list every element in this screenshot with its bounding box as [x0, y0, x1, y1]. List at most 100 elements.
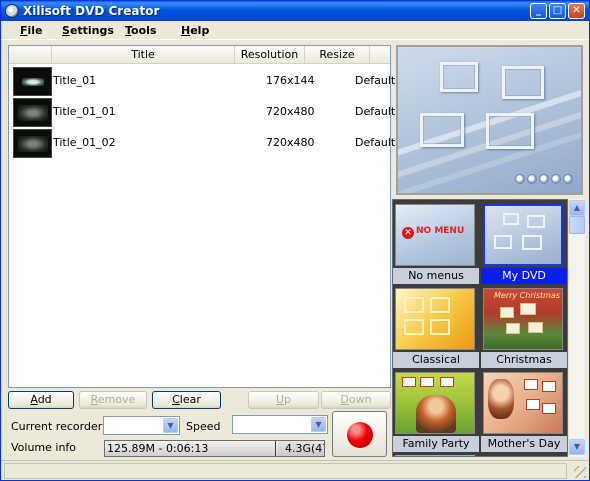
speed-label: Speed [186, 420, 221, 433]
speed-select[interactable]: ▼ [232, 415, 328, 434]
resize-grip-icon[interactable] [574, 466, 586, 478]
template-no-menus[interactable]: ✕ NO MENU No menus [393, 202, 479, 286]
clear-button[interactable]: Clear [152, 391, 221, 409]
menu-file-mnemonic: F [20, 24, 28, 37]
row-title: Title_01_02 [53, 136, 116, 149]
template-mothers-day[interactable]: Mother's Day [481, 370, 567, 454]
template-christmas[interactable]: Merry Christmas Christmas [481, 286, 567, 370]
current-recorder-label: Current recorder [11, 420, 103, 433]
menu-settings-mnemonic: S [62, 24, 70, 37]
template-label: Classical [393, 352, 479, 368]
table-row[interactable]: Title_01_01 720x480 Default [9, 97, 395, 128]
up-mnemonic: U [275, 393, 285, 406]
volume-capacity-marker [275, 441, 276, 456]
video-thumbnail [13, 98, 52, 127]
row-resize: Default [355, 136, 396, 149]
video-thumbnail [13, 129, 52, 158]
menu-file[interactable]: File [20, 24, 43, 37]
resolution-column-header[interactable]: Resolution [235, 46, 305, 64]
title-bar: Xilisoft DVD Creator _ □ ✕ [1, 1, 589, 21]
current-recorder-select[interactable]: ▼ [103, 416, 180, 435]
scroll-up-icon[interactable]: ▲ [569, 200, 585, 216]
preview-frame [420, 113, 464, 147]
template-family-party[interactable]: Family Party [393, 370, 479, 454]
resize-column-header[interactable]: Resize [305, 46, 370, 64]
template-thumbnail [483, 372, 563, 434]
gallery-scrollbar[interactable]: ▲ ▼ [568, 199, 585, 457]
template-label: My DVD [481, 268, 567, 284]
close-button[interactable]: ✕ [568, 3, 585, 19]
chevron-down-icon[interactable]: ▼ [311, 417, 326, 432]
menu-tools[interactable]: Tools [125, 24, 156, 37]
no-menu-overlay: NO MENU [416, 226, 465, 236]
preview-frame [502, 66, 544, 99]
no-menu-icon: ✕ [402, 227, 414, 239]
menu-bar: File Settings Tools Help [1, 21, 589, 40]
menu-settings[interactable]: Settings [62, 24, 114, 37]
preview-frame [440, 62, 478, 92]
template-thumbnail [483, 204, 563, 266]
down-button[interactable]: Down [321, 391, 391, 409]
template-label: Mother's Day [481, 436, 567, 452]
template-thumbnail: ✕ NO MENU [395, 204, 475, 266]
menu-help[interactable]: Help [181, 24, 209, 37]
status-bar [1, 460, 589, 480]
scroll-down-icon[interactable]: ▼ [569, 439, 585, 455]
title-column-header[interactable]: Title [52, 46, 235, 64]
template-thumbnail: Merry Christmas [483, 288, 563, 350]
add-button[interactable]: Add [8, 391, 74, 409]
preview-nav-buttons [515, 174, 575, 187]
template-label: Family Party [393, 436, 479, 452]
preview-frame [486, 113, 534, 149]
volume-info-label: Volume info [11, 441, 77, 454]
down-label: own [348, 393, 372, 406]
table-row[interactable]: Title_01_02 720x480 Default [9, 128, 395, 159]
maximize-button[interactable]: □ [549, 3, 566, 19]
thumbnail-column-header[interactable] [9, 46, 52, 64]
add-label: dd [37, 393, 52, 406]
menu-file-label: ile [27, 24, 43, 37]
row-resize: Default [355, 74, 396, 87]
table-row[interactable]: Title_01 176x144 Default [9, 66, 395, 97]
window-title: Xilisoft DVD Creator [23, 4, 160, 18]
chevron-down-icon[interactable]: ▼ [163, 418, 178, 433]
volume-used-text: 125.89M - 0:06:13 [107, 442, 209, 455]
title-list[interactable]: Title Resolution Resize Title_01 176x144… [8, 45, 395, 388]
minimize-button[interactable]: _ [530, 3, 547, 19]
volume-usage-bar: 125.89M - 0:06:13 4.3G(478 [104, 440, 325, 457]
remove-mnemonic: R [90, 393, 98, 406]
row-resolution: 720x480 [266, 105, 315, 118]
christmas-overlay: Merry Christmas [494, 291, 561, 300]
up-label: p [284, 393, 292, 406]
menu-help-mnemonic: H [181, 24, 191, 37]
row-title: Title_01_01 [53, 105, 116, 118]
add-mnemonic: A [30, 393, 38, 406]
down-mnemonic: D [340, 393, 349, 406]
template-label: Christmas [481, 352, 567, 368]
template-thumbnail [395, 288, 475, 350]
up-button[interactable]: Up [248, 391, 319, 409]
menu-preview [396, 45, 583, 195]
menu-help-label: elp [190, 24, 210, 37]
status-panel [4, 463, 567, 479]
row-resize: Default [355, 105, 396, 118]
remove-button[interactable]: Remove [79, 391, 147, 409]
template-my-dvd[interactable]: My DVD [481, 202, 567, 286]
burn-button[interactable] [332, 411, 387, 457]
clear-mnemonic: C [172, 393, 180, 406]
list-header: Title Resolution Resize [9, 46, 390, 64]
template-thumbnail [395, 372, 475, 434]
template-label: No menus [393, 268, 479, 284]
row-resolution: 720x480 [266, 136, 315, 149]
app-window: Xilisoft DVD Creator _ □ ✕ File Settings… [0, 0, 590, 481]
app-disc-icon [5, 4, 19, 18]
record-icon [347, 422, 373, 448]
row-title: Title_01 [53, 74, 97, 87]
scroll-thumb[interactable] [569, 216, 585, 234]
row-resolution: 176x144 [266, 74, 315, 87]
clear-label: lear [179, 393, 201, 406]
remove-label: emove [97, 393, 136, 406]
template-classical[interactable]: Classical [393, 286, 479, 370]
menu-template-gallery: ✕ NO MENU No menus My DVD Classical Merr… [392, 199, 568, 457]
menu-settings-label: ettings [69, 24, 114, 37]
